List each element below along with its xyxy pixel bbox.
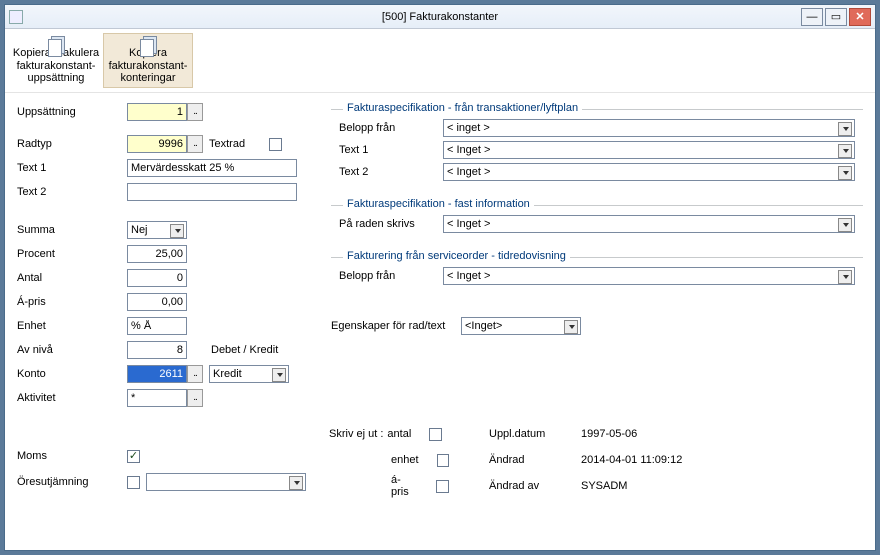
text2-input[interactable] — [127, 183, 297, 201]
antal-label: Antal — [17, 272, 127, 284]
andrad-av-value: SYSADM — [581, 480, 627, 492]
radtyp-picker[interactable] — [187, 135, 203, 153]
skriv-antal-label: antal — [387, 428, 411, 440]
uppsattning-input[interactable] — [127, 103, 187, 121]
belopp-fran-select[interactable]: < inget > — [443, 119, 855, 137]
pa-raden-select[interactable]: < Inget > — [443, 215, 855, 233]
titlebar: [500] Fakturakonstanter — ▭ ✕ — [5, 5, 875, 29]
group-spec-transactions: Fakturaspecifikation - från transaktione… — [331, 101, 863, 189]
procent-label: Procent — [17, 248, 127, 260]
skriv-enhet-label: enhet — [391, 454, 419, 466]
text1-input[interactable] — [127, 159, 297, 177]
enhet-input[interactable] — [127, 317, 187, 335]
apris-input[interactable] — [127, 293, 187, 311]
skriv-apris-checkbox[interactable] — [436, 480, 449, 493]
oresutjamning-label: Öresutjämning — [17, 476, 127, 488]
konto-input[interactable] — [127, 365, 187, 383]
antal-input[interactable] — [127, 269, 187, 287]
system-menu-icon[interactable] — [9, 10, 23, 24]
app-window: [500] Fakturakonstanter — ▭ ✕ Kopiera/Ma… — [4, 4, 876, 551]
egenskaper-label: Egenskaper för rad/text — [331, 320, 461, 332]
uppl-datum-label: Uppl.datum — [489, 428, 581, 440]
av-niva-input[interactable] — [127, 341, 187, 359]
ribbon-toolbar: Kopiera/Makulera fakturakonstant- uppsät… — [5, 29, 875, 93]
andrad-av-label: Ändrad av — [489, 480, 581, 492]
copy-konteringar-button[interactable]: Kopiera fakturakonstant- konteringar — [103, 33, 193, 88]
window-title: [500] Fakturakonstanter — [5, 11, 875, 23]
summa-select[interactable]: Nej — [127, 221, 187, 239]
moms-label: Moms — [17, 450, 127, 462]
apris-label: Á-pris — [17, 296, 127, 308]
aktivitet-input[interactable] — [127, 389, 187, 407]
debet-kredit-select[interactable]: Kredit — [209, 365, 289, 383]
enhet-label: Enhet — [17, 320, 127, 332]
uppsattning-picker[interactable] — [187, 103, 203, 121]
aktivitet-picker[interactable] — [187, 389, 203, 407]
andrad-value: 2014-04-01 11:09:12 — [581, 454, 682, 466]
spec-text2-label: Text 2 — [339, 166, 443, 178]
oresutjamning-checkbox[interactable] — [127, 476, 140, 489]
skriv-antal-checkbox[interactable] — [429, 428, 442, 441]
oresutjamning-select[interactable] — [146, 473, 306, 491]
textrad-checkbox[interactable] — [269, 138, 282, 151]
spec-text2-select[interactable]: < Inget > — [443, 163, 855, 181]
group-spec-fast-title: Fakturaspecifikation - fast information — [343, 198, 534, 210]
group-spec-transactions-title: Fakturaspecifikation - från transaktione… — [343, 102, 582, 114]
radtyp-input[interactable] — [127, 135, 187, 153]
summa-label: Summa — [17, 224, 127, 236]
skriv-ej-ut-label: Skriv ej ut : — [329, 428, 383, 440]
group-spec-fast: Fakturaspecifikation - fast information … — [331, 197, 863, 241]
egenskaper-select[interactable]: <Inget> — [461, 317, 581, 335]
aktivitet-label: Aktivitet — [17, 392, 127, 404]
text2-label: Text 2 — [17, 186, 127, 198]
av-niva-label: Av nivå — [17, 344, 127, 356]
service-belopp-select[interactable]: < Inget > — [443, 267, 855, 285]
group-serviceorder: Fakturering från serviceorder - tidredov… — [331, 249, 863, 293]
andrad-label: Ändrad — [489, 454, 581, 466]
close-button[interactable]: ✕ — [849, 8, 871, 26]
moms-checkbox[interactable] — [127, 450, 140, 463]
uppl-datum-value: 1997-05-06 — [581, 428, 637, 440]
skriv-apris-label: á-pris — [391, 474, 418, 498]
copy-makulera-button[interactable]: Kopiera/Makulera fakturakonstant- uppsät… — [11, 33, 101, 88]
spec-text1-select[interactable]: < Inget > — [443, 141, 855, 159]
belopp-fran-label: Belopp från — [339, 122, 443, 134]
minimize-button[interactable]: — — [801, 8, 823, 26]
konto-label: Konto — [17, 368, 127, 380]
text1-label: Text 1 — [17, 162, 127, 174]
debet-kredit-heading: Debet / Kredit — [211, 344, 278, 356]
service-belopp-label: Belopp från — [339, 270, 443, 282]
konto-picker[interactable] — [187, 365, 203, 383]
procent-input[interactable] — [127, 245, 187, 263]
maximize-button[interactable]: ▭ — [825, 8, 847, 26]
pa-raden-label: På raden skrivs — [339, 218, 443, 230]
skriv-enhet-checkbox[interactable] — [437, 454, 449, 467]
textrad-label: Textrad — [209, 138, 245, 150]
group-serviceorder-title: Fakturering från serviceorder - tidredov… — [343, 250, 570, 262]
uppsattning-label: Uppsättning — [17, 106, 127, 118]
radtyp-label: Radtyp — [17, 138, 127, 150]
spec-text1-label: Text 1 — [339, 144, 443, 156]
